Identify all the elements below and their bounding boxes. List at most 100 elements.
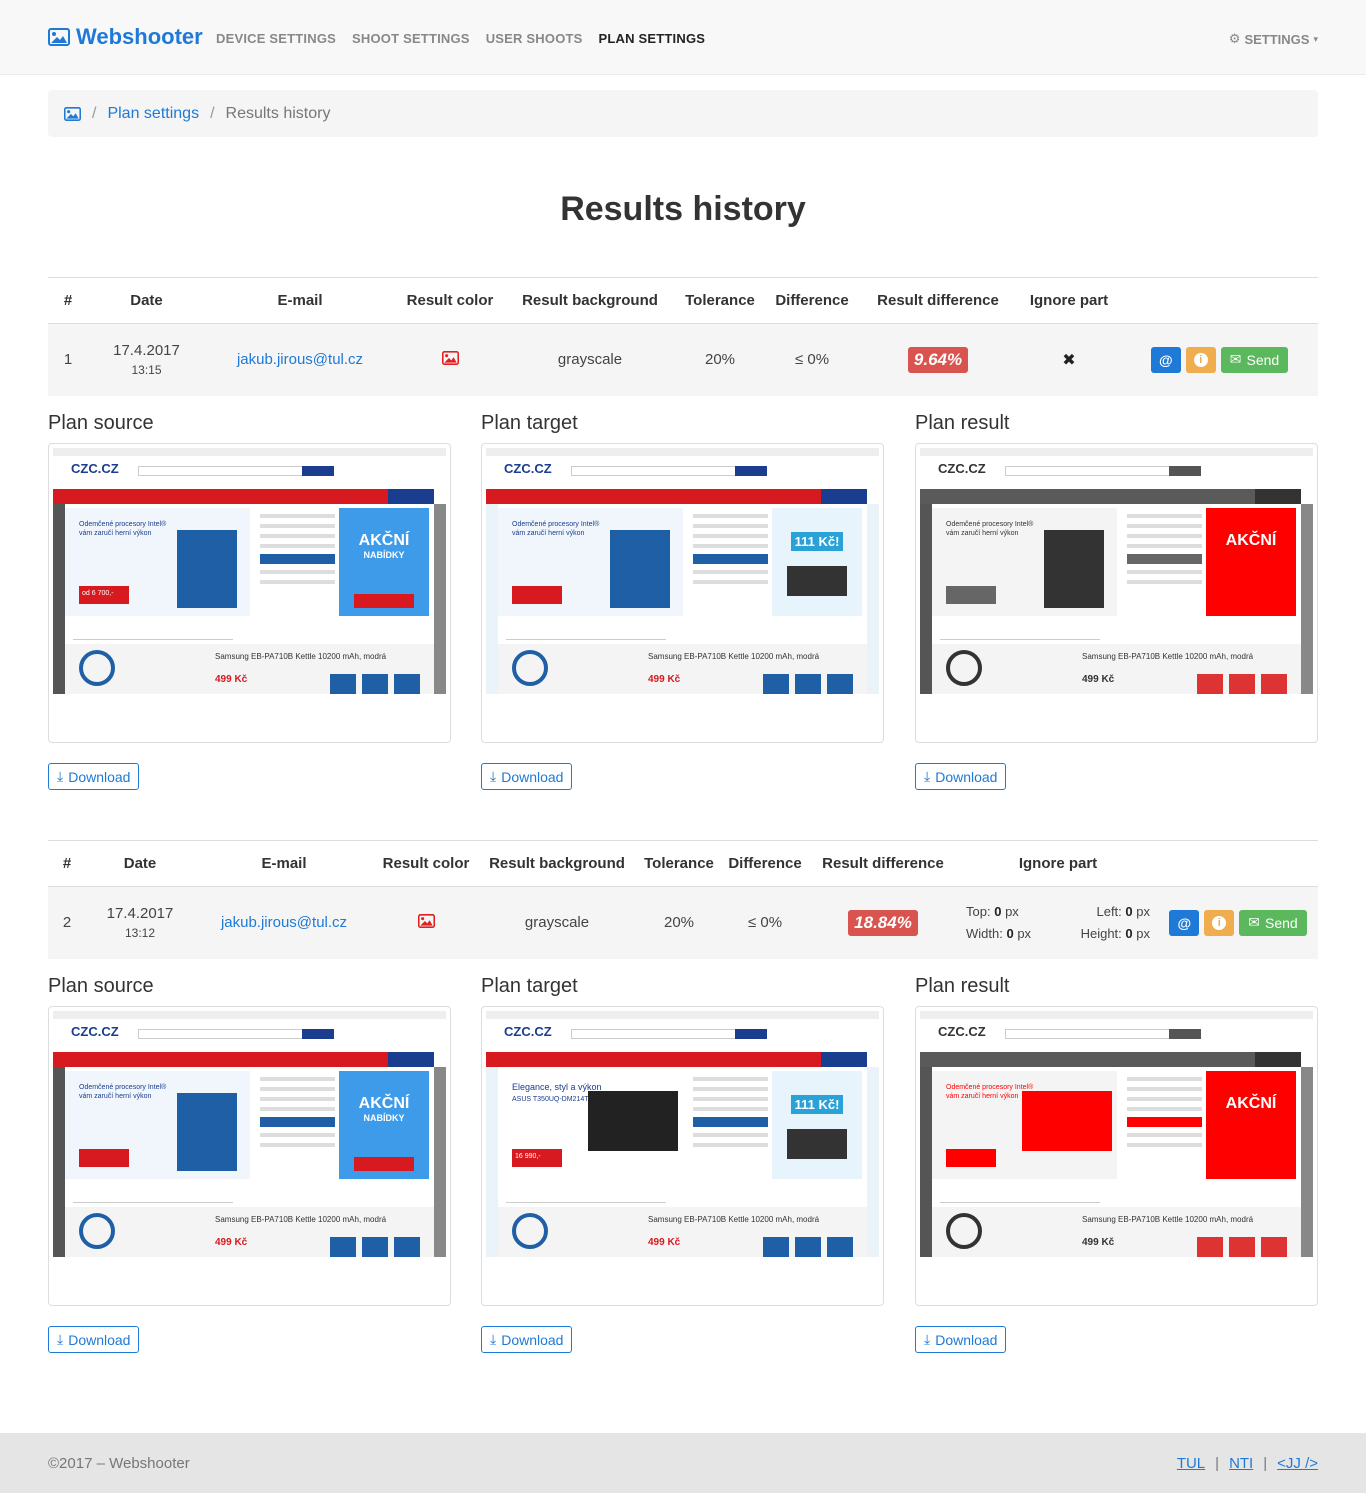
email-link[interactable]: jakub.jirous@tul.cz — [221, 914, 347, 931]
ignore-height-label: Height: — [1080, 926, 1122, 942]
download-icon: ⤓ — [490, 1331, 497, 1347]
th-result-difference: Result difference — [808, 840, 958, 887]
footer: ©2017 – Webshooter TUL | NTI | <JJ /> — [0, 1433, 1366, 1493]
plan-result-title: Plan result — [915, 975, 1010, 997]
screenshot-frame[interactable]: CZC.CZ Odemčené procesory Intel® vám zar… — [481, 443, 884, 743]
download-button[interactable]: ⤓ Download — [481, 763, 573, 790]
image-icon[interactable] — [64, 106, 81, 121]
plan-target-2: Plan target CZC.CZ Elegance, styl a výko… — [481, 975, 884, 1306]
breadcrumb-current: Results history — [225, 104, 331, 122]
th-result-color: Result color — [374, 840, 478, 887]
shot-product-name: Samsung EB-PA710B Kettle 10200 mAh, modr… — [1082, 652, 1254, 661]
nav-device-settings[interactable]: DEVICE SETTINGS — [216, 31, 336, 46]
download-button[interactable]: ⤓ Download — [915, 1326, 1007, 1353]
footer-copyright: ©2017 – Webshooter — [48, 1455, 190, 1472]
shot-promo-text: Odemčené procesory Intel® vám zaručí her… — [79, 521, 167, 537]
screenshot-frame[interactable]: CZC.CZ Odemčené procesory Intel® vám zar… — [48, 1006, 451, 1306]
th-index: # — [48, 840, 86, 887]
settings-label: SETTINGS — [1244, 31, 1310, 47]
shot-target2-price: 16 990,- — [515, 1153, 541, 1160]
row-background: grayscale — [478, 886, 636, 959]
email-button[interactable]: @ — [1169, 909, 1200, 936]
send-button[interactable]: ✉ Send — [1220, 346, 1289, 373]
send-label: Send — [1265, 914, 1298, 931]
footer-link-tul[interactable]: TUL — [1177, 1455, 1205, 1472]
download-button[interactable]: ⤓ Download — [481, 1326, 573, 1353]
screenshot-target: CZC.CZ Odemčené procesory Intel® vám zar… — [486, 448, 879, 698]
brand-label: Webshooter — [76, 24, 203, 49]
shot-ad-text: AKČNÍ — [1225, 532, 1277, 549]
envelope-icon: ✉ — [1229, 351, 1242, 368]
table-row: 2 17.4.2017 13:12 jakub.jirous@tul.cz gra… — [48, 886, 1318, 959]
send-button[interactable]: ✉ Send — [1239, 909, 1307, 936]
info-button[interactable]: i — [1204, 909, 1235, 936]
plan-target-title: Plan target — [481, 412, 578, 434]
row-index: 1 — [48, 323, 88, 396]
download-button[interactable]: ⤓ Download — [48, 763, 140, 790]
shot-ad-sub: NABÍDKY — [363, 550, 405, 560]
download-button[interactable]: ⤓ Download — [48, 1326, 140, 1353]
nav-user-shoots[interactable]: USER SHOOTS — [486, 31, 583, 46]
shot-promo-text: Odemčené procesory Intel® vám zaručí her… — [512, 521, 600, 537]
th-ignore-part: Ignore part — [958, 840, 1158, 887]
shot-ad-sub: NABÍDKY — [363, 1113, 405, 1123]
info-button[interactable]: i — [1185, 346, 1216, 373]
download-label: Download — [68, 1331, 131, 1348]
shot-product-name: Samsung EB-PA710B Kettle 10200 mAh, modr… — [215, 1215, 387, 1224]
download-label: Download — [935, 768, 998, 785]
th-actions — [1158, 840, 1318, 887]
breadcrumb-separator: / — [210, 104, 215, 122]
unit: px — [1005, 904, 1019, 920]
ignore-left-label: Left: — [1096, 904, 1122, 920]
time-value: 13:12 — [124, 926, 156, 941]
shot-product-price: 499 Kč — [648, 1237, 681, 1248]
footer-link-nti[interactable]: NTI — [1229, 1455, 1253, 1472]
nav-plan-settings[interactable]: PLAN SETTINGS — [599, 31, 706, 46]
send-label: Send — [1246, 351, 1280, 368]
download-label: Download — [68, 768, 131, 785]
plan-source-title: Plan source — [48, 412, 154, 434]
screenshot-source: CZC.CZ Odemčené procesory Intel® vám zar… — [53, 1011, 446, 1261]
shot-product-name: Samsung EB-PA710B Kettle 10200 mAh, modr… — [648, 1215, 820, 1224]
download-label: Download — [501, 1331, 564, 1348]
shot-ad-text: AKČNÍ — [358, 532, 410, 549]
row-tolerance: 20% — [675, 323, 765, 396]
th-email: E-mail — [205, 277, 395, 324]
plan-source-1: Plan source CZC.CZ Odemčené procesory In… — [48, 412, 451, 743]
email-link[interactable]: jakub.jirous@tul.cz — [237, 351, 363, 368]
shot-logo: CZC.CZ — [938, 1024, 986, 1039]
nav-shoot-settings[interactable]: SHOOT SETTINGS — [352, 31, 470, 46]
shot-target-ad: 111 Kč! — [790, 1095, 844, 1114]
row-index: 2 — [48, 886, 86, 959]
settings-dropdown[interactable]: ⚙ SETTINGS ▾ — [1229, 31, 1318, 47]
caret-down-icon: ▾ — [1313, 33, 1318, 44]
screenshot-frame[interactable]: CZC.CZ Odemčené procesory Intel® vám zar… — [915, 443, 1318, 743]
email-button[interactable]: @ — [1150, 346, 1181, 373]
plan-target-1: Plan target CZC.CZ Odemčené procesory In… — [481, 412, 884, 743]
footer-link-jj[interactable]: <JJ /> — [1277, 1455, 1318, 1472]
footer-separator: | — [1263, 1455, 1268, 1472]
download-label: Download — [935, 1331, 998, 1348]
th-index: # — [48, 277, 88, 324]
shot-promo-text: Odemčené procesory Intel® vám zaručí her… — [79, 1084, 167, 1100]
download-icon: ⤓ — [57, 768, 64, 784]
plan-target-title: Plan target — [481, 975, 578, 997]
shot-logo: CZC.CZ — [938, 461, 986, 476]
breadcrumb: / Plan settings / Results history — [48, 90, 1318, 137]
envelope-icon: ✉ — [1248, 914, 1261, 931]
th-result-color: Result color — [395, 277, 505, 324]
download-button[interactable]: ⤓ Download — [915, 763, 1007, 790]
image-icon — [417, 913, 435, 928]
date-value: 17.4.2017 — [113, 342, 180, 360]
shot-product-price: 499 Kč — [648, 674, 681, 685]
brand[interactable]: Webshooter — [48, 24, 203, 50]
image-icon — [441, 350, 459, 365]
screenshot-frame[interactable]: CZC.CZ Odemčené procesory Intel® vám zar… — [48, 443, 451, 743]
th-ignore-part: Ignore part — [1017, 277, 1121, 324]
gears-icon: ⚙ — [1228, 31, 1241, 46]
screenshot-frame[interactable]: CZC.CZ Odemčené procesory Intel® vám zar… — [915, 1006, 1318, 1306]
screenshot-frame[interactable]: CZC.CZ Elegance, styl a výkon ASUS T350UQ… — [481, 1006, 884, 1306]
download-icon: ⤓ — [57, 1331, 64, 1347]
th-tolerance: Tolerance — [636, 840, 722, 887]
breadcrumb-plan-settings[interactable]: Plan settings — [107, 105, 199, 123]
